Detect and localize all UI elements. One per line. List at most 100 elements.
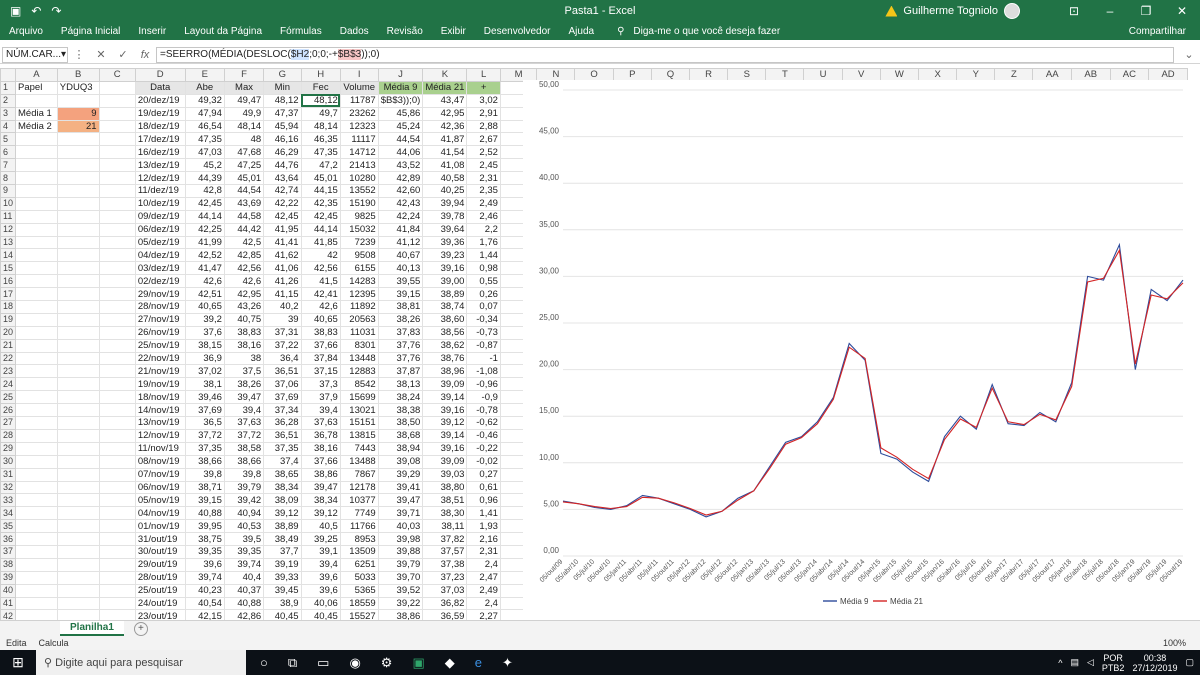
cell[interactable] [15, 506, 58, 521]
cell[interactable] [98, 287, 136, 302]
cell[interactable]: 39,35 [223, 544, 265, 559]
cell[interactable]: 37,38 [422, 557, 468, 572]
cell[interactable]: 39,52 [377, 583, 424, 598]
tab-pagina-inicial[interactable]: Página Inicial [52, 26, 129, 37]
cell[interactable]: 37,63 [223, 416, 265, 430]
cell[interactable]: 48,12 [263, 93, 302, 108]
cell[interactable]: 37,22 [263, 338, 302, 353]
cell[interactable]: 0,07 [466, 300, 501, 314]
cell[interactable]: 39,41 [377, 480, 424, 495]
row-header[interactable]: 2 [0, 93, 17, 108]
cell[interactable]: 39,95 [184, 519, 225, 534]
row-header[interactable]: 15 [0, 261, 17, 276]
cell[interactable]: 47,35 [184, 132, 225, 147]
tab-exibir[interactable]: Exibir [432, 26, 475, 37]
cell[interactable] [15, 583, 58, 598]
cell[interactable]: 47,37 [263, 106, 302, 121]
cell[interactable] [15, 158, 58, 173]
cell[interactable]: 37,34 [263, 403, 302, 418]
cell[interactable]: 2,49 [466, 583, 501, 598]
row-header[interactable]: 9 [0, 184, 17, 198]
cell[interactable] [15, 609, 58, 620]
cell[interactable]: 47,03 [184, 145, 225, 160]
cell[interactable]: -0,34 [466, 312, 501, 327]
cell[interactable]: 19/nov/19 [134, 377, 186, 392]
column-header[interactable]: J [377, 68, 424, 82]
cell[interactable]: 39,00 [422, 274, 468, 289]
cell[interactable]: 40,88 [223, 596, 265, 611]
cell[interactable]: 2,16 [466, 532, 501, 546]
column-header[interactable]: F [223, 68, 265, 82]
cell[interactable] [98, 145, 136, 160]
cell[interactable] [98, 222, 136, 237]
cell[interactable]: 2,2 [466, 222, 501, 237]
cell[interactable]: 44,15 [300, 184, 341, 198]
cell[interactable] [15, 532, 58, 546]
cell[interactable] [15, 93, 58, 108]
cell[interactable]: 38,15 [184, 338, 225, 353]
cell[interactable]: 39,6 [300, 570, 341, 585]
cell[interactable]: 39,12 [422, 416, 468, 430]
cell[interactable]: 0,27 [466, 467, 501, 482]
cell[interactable]: -0,96 [466, 377, 501, 392]
cell[interactable]: 47,2 [300, 158, 341, 173]
cell[interactable] [56, 570, 100, 585]
cell[interactable]: Média 1 [15, 106, 58, 121]
close-icon[interactable]: ✕ [1164, 4, 1200, 18]
cell[interactable] [56, 583, 100, 598]
cell[interactable]: 38,58 [223, 441, 265, 456]
cell[interactable] [56, 454, 100, 469]
cell[interactable]: -1 [466, 351, 501, 366]
row-header[interactable]: 38 [0, 557, 17, 572]
cell[interactable] [15, 184, 58, 198]
column-header[interactable]: E [184, 68, 225, 82]
cell[interactable] [15, 171, 58, 186]
column-header[interactable]: G [263, 68, 302, 82]
cell[interactable]: 46,35 [300, 132, 341, 147]
cell[interactable]: 18/nov/19 [134, 390, 186, 405]
cell[interactable] [15, 441, 58, 456]
language[interactable]: POR PTB2 [1102, 653, 1125, 673]
cell[interactable]: 39,03 [422, 467, 468, 482]
cell[interactable]: 10/dez/19 [134, 196, 186, 211]
cell[interactable]: 8953 [339, 532, 379, 546]
table-header[interactable]: Max [223, 80, 265, 95]
row-header[interactable]: 28 [0, 428, 17, 443]
cell[interactable]: 05/nov/19 [134, 493, 186, 508]
cell[interactable]: 29/nov/19 [134, 287, 186, 302]
cell[interactable]: 42,45 [184, 196, 225, 211]
cell[interactable] [15, 351, 58, 366]
cell[interactable] [98, 106, 136, 121]
cell[interactable] [98, 171, 136, 186]
cell[interactable]: 40,45 [263, 609, 302, 620]
cell[interactable] [56, 557, 100, 572]
add-sheet-icon[interactable]: + [133, 621, 148, 636]
cell[interactable] [56, 235, 100, 250]
cell[interactable]: 45,94 [263, 119, 302, 134]
cell[interactable]: 39,64 [422, 222, 468, 237]
cell[interactable]: -0,22 [466, 441, 501, 456]
cell[interactable]: 44,76 [263, 158, 302, 173]
cell[interactable]: -0,46 [466, 428, 501, 443]
cell[interactable] [15, 416, 58, 430]
cell[interactable] [15, 261, 58, 276]
cell[interactable]: 39,35 [184, 544, 225, 559]
cell[interactable]: 11787 [339, 93, 379, 108]
cell[interactable]: 41,41 [263, 235, 302, 250]
cell[interactable]: 2,67 [466, 132, 501, 147]
cell[interactable] [15, 287, 58, 302]
cell[interactable]: 42,5 [223, 235, 265, 250]
cell[interactable] [15, 428, 58, 443]
cell[interactable]: 40,65 [184, 300, 225, 314]
row-header[interactable]: 13 [0, 235, 17, 250]
cell[interactable]: 8301 [339, 338, 379, 353]
cell[interactable]: 39,55 [377, 274, 424, 289]
cell[interactable]: 39 [263, 312, 302, 327]
row-header[interactable]: 10 [0, 196, 17, 211]
cell[interactable]: 37,57 [422, 544, 468, 559]
cell[interactable]: 39,1 [300, 544, 341, 559]
tell-me-box[interactable]: Diga-me o que você deseja fazer [624, 26, 789, 37]
cell[interactable]: 39,79 [223, 480, 265, 495]
cell[interactable] [56, 390, 100, 405]
cell[interactable]: 0,96 [466, 493, 501, 508]
